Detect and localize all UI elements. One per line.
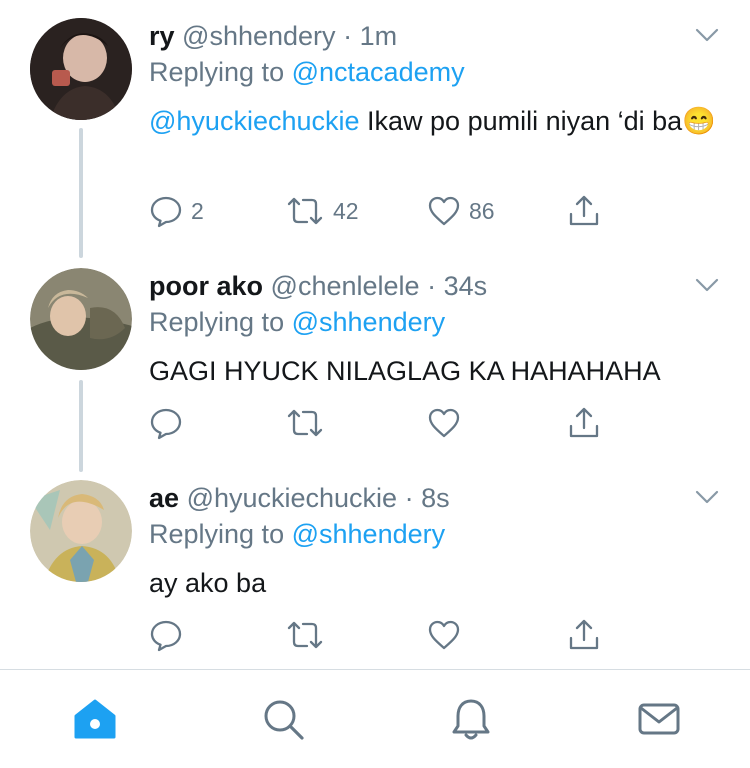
tweet[interactable]: poor ako @chenlelele · 34s Replying to @… (0, 268, 750, 448)
display-name[interactable]: ry (149, 21, 175, 51)
replying-to: Replying to @shhendery (149, 304, 445, 340)
reply-icon (150, 196, 182, 228)
heart-icon (428, 408, 460, 438)
mail-icon (638, 703, 680, 735)
reply-icon (150, 408, 182, 440)
share-icon (569, 407, 599, 438)
share-icon (569, 195, 599, 226)
timestamp: 1m (359, 21, 398, 51)
tweet-actions (149, 406, 619, 440)
tweet-actions: 2 42 86 (149, 194, 619, 228)
display-name[interactable]: poor ako (149, 271, 263, 301)
tweet-text: ay ako ba (149, 568, 267, 598)
retweet-button[interactable]: 42 (285, 194, 359, 228)
avatar-image (30, 18, 132, 120)
like-button[interactable]: 86 (427, 194, 495, 228)
tab-search[interactable] (258, 694, 308, 744)
chevron-down-icon[interactable] (694, 22, 720, 48)
reply-count: 2 (191, 198, 204, 224)
replying-to-link[interactable]: @shhendery (292, 519, 446, 549)
username[interactable]: @hyuckiechuckie (187, 483, 398, 513)
avatar-image (30, 480, 132, 582)
separator-dot: · (343, 21, 353, 51)
replying-to-label: Replying to (149, 57, 285, 87)
tweet-actions (149, 618, 619, 652)
reply-button[interactable] (149, 618, 183, 652)
username[interactable]: @shhendery (182, 21, 336, 51)
search-icon (264, 700, 304, 740)
tweet[interactable]: ae @hyuckiechuckie · 8s Replying to @shh… (0, 480, 750, 660)
like-count: 86 (469, 198, 495, 224)
retweet-icon (287, 197, 323, 225)
tweet-text: @hyuckiechuckie Ikaw po pumili niyan ‘di… (149, 100, 719, 142)
replying-to-label: Replying to (149, 519, 285, 549)
retweet-count: 42 (333, 198, 359, 224)
share-icon (569, 619, 599, 650)
mention-link[interactable]: @hyuckiechuckie (149, 106, 360, 136)
heart-icon (428, 620, 460, 650)
tweet-header: ry @shhendery · 1m (149, 18, 397, 54)
avatar[interactable] (30, 480, 132, 582)
like-button[interactable] (427, 618, 461, 652)
like-button[interactable] (427, 406, 461, 440)
separator-dot: · (427, 271, 437, 301)
share-button[interactable] (567, 406, 601, 440)
retweet-icon (287, 621, 323, 649)
replying-to: Replying to @nctacademy (149, 54, 465, 90)
avatar[interactable] (30, 268, 132, 370)
username[interactable]: @chenlelele (271, 271, 420, 301)
reply-icon (150, 620, 182, 652)
share-button[interactable] (567, 618, 601, 652)
tab-messages[interactable] (634, 694, 684, 744)
tab-notifications[interactable] (446, 694, 496, 744)
bell-icon (452, 699, 490, 740)
grin-emoji: 😁 (682, 106, 716, 136)
replying-to-link[interactable]: @nctacademy (292, 57, 465, 87)
tweet-body: Ikaw po pumili niyan ‘di ba (359, 106, 683, 136)
replying-to-link[interactable]: @shhendery (292, 307, 446, 337)
tweet-text: GAGI HYUCK NILAGLAG KA HAHAHAHA (149, 356, 661, 386)
retweet-button[interactable] (285, 406, 325, 440)
reply-button[interactable] (149, 406, 183, 440)
replying-to: Replying to @shhendery (149, 516, 445, 552)
chevron-down-icon[interactable] (694, 484, 720, 510)
timestamp: 34s (443, 271, 488, 301)
replying-to-label: Replying to (149, 307, 285, 337)
tweet[interactable]: ry @shhendery · 1m Replying to @nctacade… (0, 18, 750, 248)
chevron-down-icon[interactable] (694, 272, 720, 298)
tweet-header: poor ako @chenlelele · 34s (149, 268, 487, 304)
timestamp: 8s (421, 483, 450, 513)
tweet-header: ae @hyuckiechuckie · 8s (149, 480, 450, 516)
retweet-button[interactable] (285, 618, 325, 652)
avatar-image (30, 268, 132, 370)
share-button[interactable] (567, 194, 601, 228)
display-name[interactable]: ae (149, 483, 179, 513)
heart-icon (428, 196, 460, 226)
retweet-icon (287, 409, 323, 437)
avatar[interactable] (30, 18, 132, 120)
home-icon (74, 699, 116, 739)
bottom-tab-bar (0, 669, 750, 768)
tab-home[interactable] (70, 694, 120, 744)
reply-button[interactable]: 2 (149, 194, 204, 228)
separator-dot: · (404, 483, 414, 513)
